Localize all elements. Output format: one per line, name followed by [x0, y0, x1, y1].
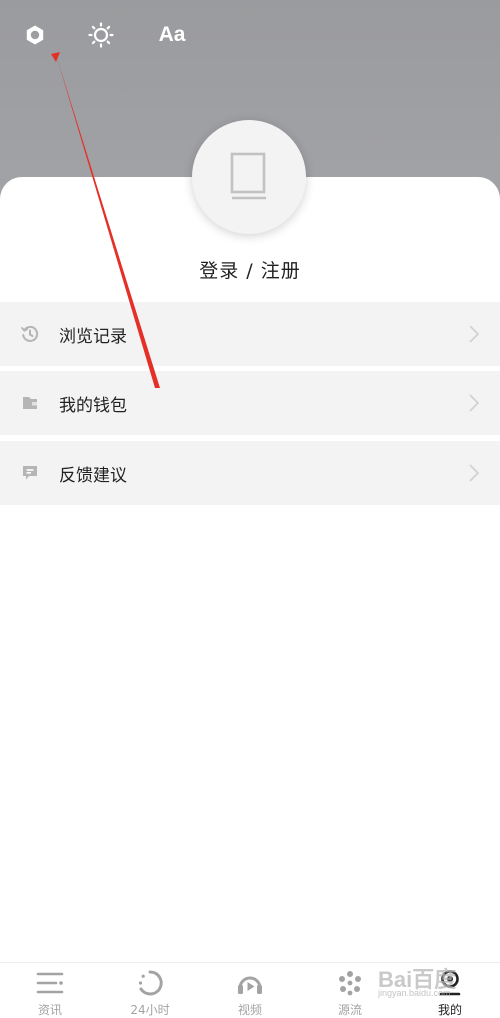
- tab-label: 我的: [437, 1003, 462, 1017]
- baidu-watermark: Bai百度 jingyan.baidu.com: [378, 962, 500, 1002]
- sun-icon: [88, 22, 114, 48]
- chevron-right-icon: [469, 464, 480, 482]
- menu-item-wallet[interactable]: 我的钱包: [0, 371, 500, 435]
- chevron-right-icon: [469, 325, 480, 343]
- tab-24h[interactable]: 24小时: [100, 963, 200, 1018]
- tab-label: 24小时: [130, 1003, 170, 1017]
- menu-label: 我的钱包: [59, 395, 127, 416]
- wallet-icon: [20, 393, 40, 413]
- menu-label: 浏览记录: [59, 326, 127, 347]
- history-icon: [20, 324, 40, 344]
- news-icon: [36, 969, 64, 997]
- tab-label: 源流: [337, 1003, 362, 1017]
- gear-icon: [26, 25, 44, 45]
- font-size-button[interactable]: Aa: [152, 18, 192, 52]
- watermark-url: jingyan.baidu.com: [378, 988, 451, 998]
- login-register-link[interactable]: 登录 / 注册: [0, 256, 500, 283]
- menu-item-history[interactable]: 浏览记录: [0, 302, 500, 366]
- tab-video[interactable]: 视频: [200, 963, 300, 1018]
- menu-item-feedback[interactable]: 反馈建议: [0, 441, 500, 505]
- tab-label: 资讯: [37, 1003, 62, 1017]
- settings-button[interactable]: [18, 18, 52, 52]
- avatar-placeholder-icon: [230, 152, 266, 200]
- avatar[interactable]: [192, 120, 306, 234]
- video-icon: [236, 969, 264, 997]
- tab-news[interactable]: 资讯: [0, 963, 100, 1018]
- chevron-right-icon: [469, 394, 480, 412]
- tab-label: 视频: [237, 1003, 262, 1017]
- brightness-button[interactable]: [84, 18, 118, 52]
- source-icon: [337, 969, 363, 997]
- clock-24h-icon: [137, 969, 163, 997]
- feedback-icon: [20, 463, 40, 483]
- menu-label: 反馈建议: [59, 465, 127, 486]
